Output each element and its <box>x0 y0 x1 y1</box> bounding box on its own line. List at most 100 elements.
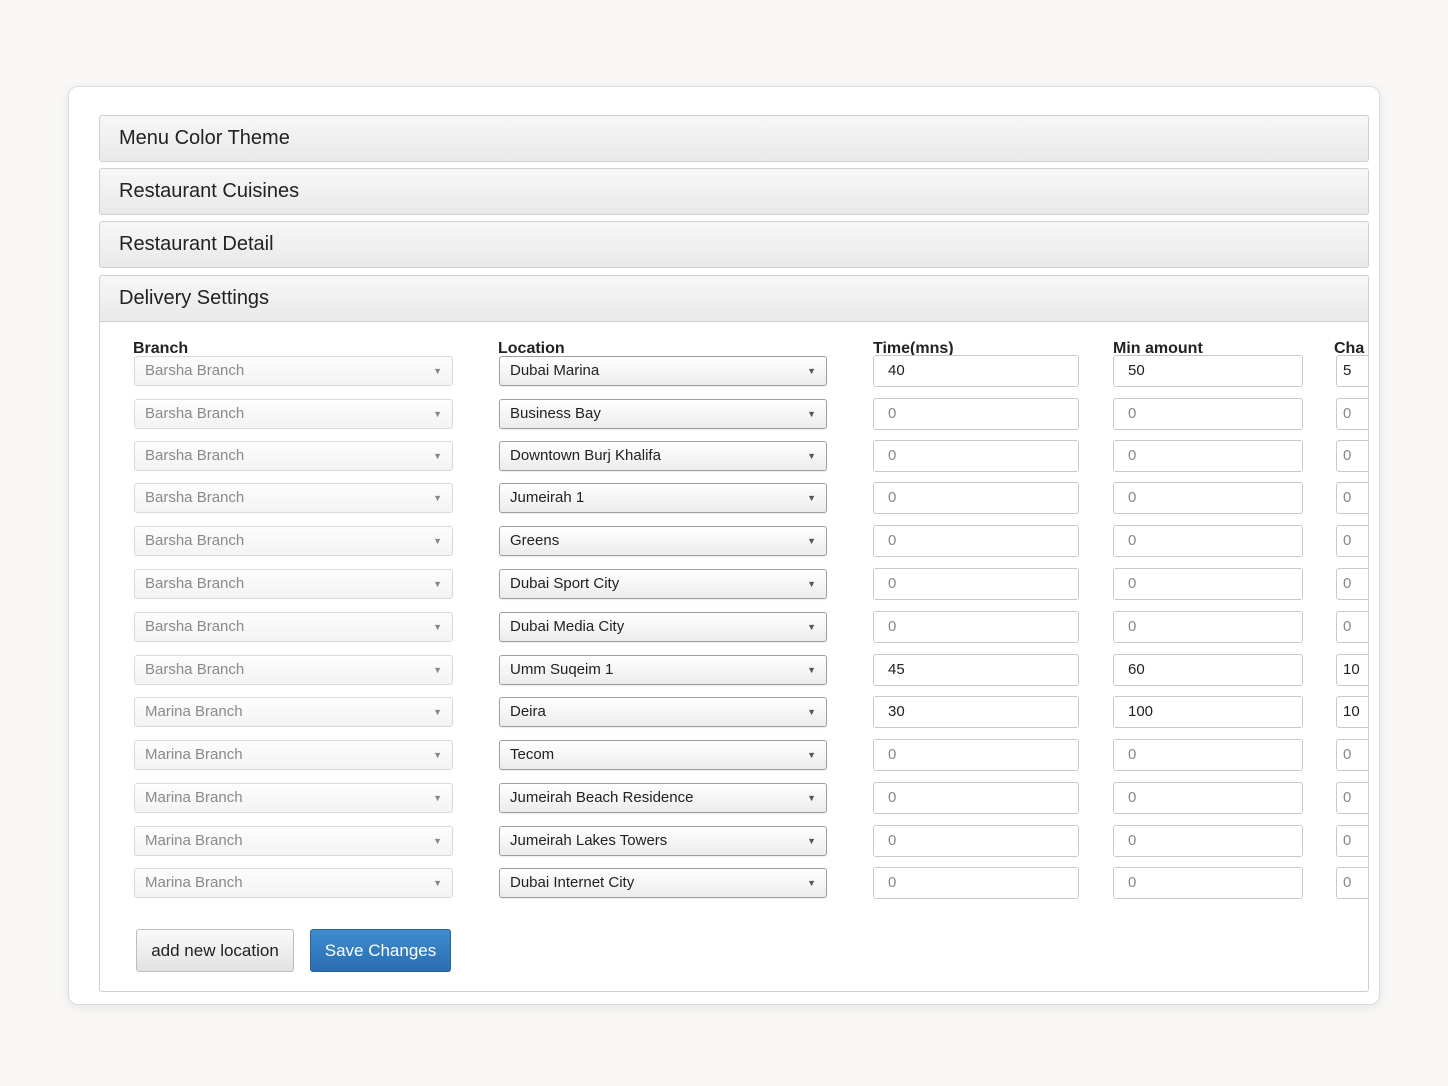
charge-input[interactable]: 10 <box>1336 654 1368 686</box>
min-amount-input[interactable]: 0 <box>1113 525 1303 557</box>
panel-restaurant-detail[interactable]: Restaurant Detail <box>99 221 1369 268</box>
location-select[interactable]: Jumeirah 1 ▼ <box>499 483 827 513</box>
panel-delivery-settings: Delivery Settings Branch Location Time(m… <box>99 275 1369 992</box>
location-select-value: Greens <box>510 532 560 549</box>
min-amount-input[interactable]: 0 <box>1113 867 1303 899</box>
location-select[interactable]: Greens ▼ <box>499 526 827 556</box>
location-select-value: Dubai Sport City <box>510 575 620 592</box>
chevron-down-icon: ▼ <box>433 665 442 675</box>
branch-select[interactable]: Barsha Branch ▼ <box>134 612 453 642</box>
time-input[interactable]: 0 <box>873 867 1079 899</box>
location-select[interactable]: Umm Suqeim 1 ▼ <box>499 655 827 685</box>
branch-select[interactable]: Barsha Branch ▼ <box>134 655 453 685</box>
min-amount-input[interactable]: 100 <box>1113 696 1303 728</box>
chevron-down-icon: ▼ <box>807 493 816 503</box>
branch-select-value: Barsha Branch <box>145 447 245 464</box>
branch-select[interactable]: Marina Branch ▼ <box>134 697 453 727</box>
charge-input[interactable]: 0 <box>1336 782 1368 814</box>
location-select-value: Deira <box>510 703 546 720</box>
chevron-down-icon: ▼ <box>433 707 442 717</box>
location-select[interactable]: Deira ▼ <box>499 697 827 727</box>
branch-select-value: Marina Branch <box>145 789 243 806</box>
add-new-location-button[interactable]: add new location <box>136 929 294 972</box>
charge-input[interactable]: 0 <box>1336 568 1368 600</box>
location-select[interactable]: Jumeirah Beach Residence ▼ <box>499 783 827 813</box>
time-input[interactable]: 0 <box>873 739 1079 771</box>
location-select[interactable]: Tecom ▼ <box>499 740 827 770</box>
charge-input[interactable]: 0 <box>1336 825 1368 857</box>
chevron-down-icon: ▼ <box>433 493 442 503</box>
location-select[interactable]: Business Bay ▼ <box>499 399 827 429</box>
time-input[interactable]: 40 <box>873 355 1079 387</box>
location-select[interactable]: Dubai Marina ▼ <box>499 356 827 386</box>
chevron-down-icon: ▼ <box>433 366 442 376</box>
chevron-down-icon: ▼ <box>433 409 442 419</box>
panel-title: Restaurant Cuisines <box>119 180 300 202</box>
time-input[interactable]: 0 <box>873 611 1079 643</box>
charge-input[interactable]: 0 <box>1336 611 1368 643</box>
time-input[interactable]: 0 <box>873 440 1079 472</box>
time-input[interactable]: 0 <box>873 482 1079 514</box>
charge-input[interactable]: 0 <box>1336 440 1368 472</box>
time-input[interactable]: 0 <box>873 782 1079 814</box>
branch-select[interactable]: Barsha Branch ▼ <box>134 569 453 599</box>
min-amount-input[interactable]: 0 <box>1113 440 1303 472</box>
branch-select[interactable]: Barsha Branch ▼ <box>134 356 453 386</box>
branch-select[interactable]: Barsha Branch ▼ <box>134 399 453 429</box>
charge-input[interactable]: 0 <box>1336 867 1368 899</box>
panel-restaurant-cuisines[interactable]: Restaurant Cuisines <box>99 168 1369 215</box>
chevron-down-icon: ▼ <box>807 836 816 846</box>
branch-select[interactable]: Marina Branch ▼ <box>134 826 453 856</box>
chevron-down-icon: ▼ <box>433 536 442 546</box>
branch-select[interactable]: Barsha Branch ▼ <box>134 483 453 513</box>
min-amount-input[interactable]: 0 <box>1113 611 1303 643</box>
min-amount-input[interactable]: 0 <box>1113 398 1303 430</box>
time-input[interactable]: 0 <box>873 825 1079 857</box>
time-input[interactable]: 30 <box>873 696 1079 728</box>
location-select-value: Tecom <box>510 746 555 763</box>
min-amount-input[interactable]: 0 <box>1113 739 1303 771</box>
location-select-value: Dubai Media City <box>510 618 625 635</box>
time-input[interactable]: 0 <box>873 398 1079 430</box>
location-select[interactable]: Downtown Burj Khalifa ▼ <box>499 441 827 471</box>
min-amount-input[interactable]: 0 <box>1113 482 1303 514</box>
min-amount-input[interactable]: 0 <box>1113 782 1303 814</box>
branch-select-value: Barsha Branch <box>145 362 245 379</box>
min-amount-input[interactable]: 50 <box>1113 355 1303 387</box>
charge-input[interactable]: 0 <box>1336 398 1368 430</box>
location-select-value: Business Bay <box>510 405 601 422</box>
branch-select-value: Barsha Branch <box>145 532 245 549</box>
charge-input[interactable]: 10 <box>1336 696 1368 728</box>
panel-menu-color-theme[interactable]: Menu Color Theme <box>99 115 1369 162</box>
location-select[interactable]: Dubai Sport City ▼ <box>499 569 827 599</box>
charge-input[interactable]: 0 <box>1336 739 1368 771</box>
chevron-down-icon: ▼ <box>807 878 816 888</box>
charge-input[interactable]: 5 <box>1336 355 1368 387</box>
charge-input[interactable]: 0 <box>1336 482 1368 514</box>
min-amount-input[interactable]: 0 <box>1113 568 1303 600</box>
branch-select[interactable]: Barsha Branch ▼ <box>134 441 453 471</box>
branch-select[interactable]: Marina Branch ▼ <box>134 783 453 813</box>
min-amount-input[interactable]: 60 <box>1113 654 1303 686</box>
time-input[interactable]: 0 <box>873 525 1079 557</box>
location-select[interactable]: Dubai Internet City ▼ <box>499 868 827 898</box>
location-select-value: Umm Suqeim 1 <box>510 661 614 678</box>
chevron-down-icon: ▼ <box>807 451 816 461</box>
branch-select-value: Barsha Branch <box>145 661 245 678</box>
location-select[interactable]: Dubai Media City ▼ <box>499 612 827 642</box>
location-select-value: Dubai Marina <box>510 362 600 379</box>
branch-select[interactable]: Marina Branch ▼ <box>134 740 453 770</box>
charge-input[interactable]: 0 <box>1336 525 1368 557</box>
panel-delivery-settings-header[interactable]: Delivery Settings <box>100 276 1368 322</box>
branch-select[interactable]: Marina Branch ▼ <box>134 868 453 898</box>
min-amount-input[interactable]: 0 <box>1113 825 1303 857</box>
chevron-down-icon: ▼ <box>433 836 442 846</box>
save-changes-button[interactable]: Save Changes <box>310 929 451 972</box>
location-select[interactable]: Jumeirah Lakes Towers ▼ <box>499 826 827 856</box>
chevron-down-icon: ▼ <box>433 750 442 760</box>
time-input[interactable]: 45 <box>873 654 1079 686</box>
branch-select[interactable]: Barsha Branch ▼ <box>134 526 453 556</box>
time-input[interactable]: 0 <box>873 568 1079 600</box>
chevron-down-icon: ▼ <box>807 536 816 546</box>
panel-title: Restaurant Detail <box>119 233 274 255</box>
